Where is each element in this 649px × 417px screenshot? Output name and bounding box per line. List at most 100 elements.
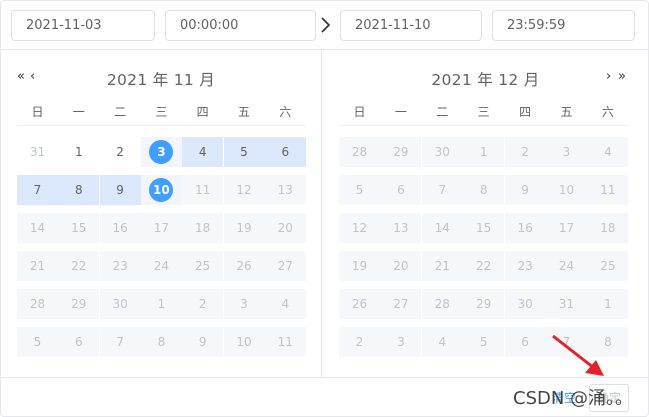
day-cell: 3 [380, 327, 422, 357]
day-number: 3 [397, 335, 405, 349]
day-cell: 31 [546, 289, 587, 319]
day-cell: 15 [58, 213, 100, 243]
day-cell[interactable]: 10 [140, 175, 182, 205]
day-number: 9 [521, 183, 529, 197]
day-cell: 24 [140, 251, 182, 281]
day-number: 8 [74, 183, 83, 197]
day-cell: 25 [182, 251, 224, 281]
day-cell[interactable]: 9 [99, 175, 141, 205]
day-cell: 28 [17, 289, 58, 319]
day-number: 18 [600, 221, 616, 235]
day-number: 29 [393, 145, 409, 159]
day-cell: 30 [504, 289, 546, 319]
day-number: 29 [476, 297, 492, 311]
day-cell[interactable]: 8 [58, 175, 100, 205]
day-cell: 15 [463, 213, 505, 243]
day-number: 20 [277, 221, 293, 235]
day-number: 4 [604, 145, 612, 159]
day-cell: 14 [421, 213, 463, 243]
day-cell: 6 [58, 327, 100, 357]
day-number: 4 [198, 145, 207, 159]
day-number: 22 [476, 259, 492, 273]
day-number: 1 [479, 145, 488, 159]
day-cell: 3 [546, 137, 587, 167]
day-cell: 11 [587, 175, 629, 205]
day-cell[interactable]: 2 [100, 137, 141, 167]
day-cell: 13 [264, 175, 306, 205]
day-cell: 4 [264, 289, 306, 319]
day-cell: 29 [380, 137, 422, 167]
day-number: 27 [393, 297, 409, 311]
day-number: 26 [351, 297, 368, 311]
day-number: 24 [153, 259, 170, 273]
day-cell: 11 [264, 327, 306, 357]
day-cell: 4 [587, 137, 629, 167]
day-cell[interactable]: 1 [58, 137, 99, 167]
day-cell: 22 [58, 251, 100, 281]
day-cell: 28 [339, 137, 380, 167]
day-cell: 18 [182, 213, 224, 243]
day-number: 6 [521, 335, 529, 349]
day-cell: 6 [504, 327, 546, 357]
day-number: 6 [281, 145, 290, 159]
day-cell: 6 [380, 175, 422, 205]
day-cell[interactable]: 31 [17, 137, 58, 167]
day-cell: 24 [546, 251, 587, 281]
day-number: 25 [600, 259, 616, 273]
day-number: 29 [71, 297, 87, 311]
start-date-input[interactable]: 2021-11-03 [11, 10, 155, 41]
day-number: 3 [149, 140, 174, 164]
day-number: 2 [355, 335, 364, 349]
day-cell[interactable]: 6 [264, 137, 306, 167]
day-cell: 17 [546, 213, 587, 243]
day-number: 30 [517, 297, 533, 311]
end-time-input[interactable]: 23:59:59 [492, 10, 635, 41]
day-cell: 8 [463, 175, 505, 205]
day-number: 23 [112, 259, 128, 273]
day-number: 14 [434, 221, 450, 235]
day-cell: 16 [99, 213, 141, 243]
day-cell: 26 [223, 251, 265, 281]
day-number: 11 [277, 335, 293, 349]
day-number: 31 [29, 145, 46, 159]
day-number: 6 [397, 183, 405, 197]
day-cell: 12 [339, 213, 380, 243]
day-number: 5 [240, 145, 248, 159]
day-number: 16 [112, 221, 128, 235]
end-date-input[interactable]: 2021-11-10 [340, 10, 482, 41]
day-number: 1 [157, 297, 166, 311]
day-cell: 16 [504, 213, 546, 243]
day-cell: 20 [380, 251, 422, 281]
day-number: 28 [434, 297, 450, 311]
day-cell: 7 [421, 175, 463, 205]
day-number: 18 [195, 221, 211, 235]
day-cell: 21 [17, 251, 58, 281]
day-cell[interactable]: 7 [17, 175, 58, 205]
day-number: 7 [33, 183, 42, 197]
day-cell[interactable]: 3 [140, 137, 182, 167]
day-cell: 2 [339, 327, 380, 357]
start-time-input[interactable]: 00:00:00 [165, 10, 316, 41]
day-cell: 2 [504, 137, 546, 167]
day-number: 11 [600, 183, 616, 197]
day-cell: 10 [546, 175, 587, 205]
day-cell: 9 [182, 327, 224, 357]
day-number: 2 [198, 297, 207, 311]
day-cell: 23 [99, 251, 141, 281]
picker-header: 2021-11-03 00:00:00 2021-11-10 23:59:59 [1, 1, 648, 50]
day-number: 25 [195, 259, 211, 273]
day-number: 3 [240, 297, 248, 311]
day-cell: 3 [223, 289, 265, 319]
right-calendar-panel: 2021 年 12 月 › » 日一二三四五六 28 29 30 1 2 3 4 5 6 7 8 9 1… [322, 50, 649, 377]
day-cell[interactable]: 4 [182, 137, 224, 167]
day-number: 28 [351, 145, 368, 159]
day-number: 2 [521, 145, 529, 159]
chevron-right-icon [319, 15, 333, 35]
day-cell: 30 [421, 137, 463, 167]
day-cell[interactable]: 5 [223, 137, 265, 167]
day-number: 8 [479, 183, 488, 197]
day-cell: 1 [463, 137, 505, 167]
day-cell: 12 [223, 175, 265, 205]
day-number: 26 [236, 259, 252, 273]
day-cell: 5 [339, 175, 380, 205]
